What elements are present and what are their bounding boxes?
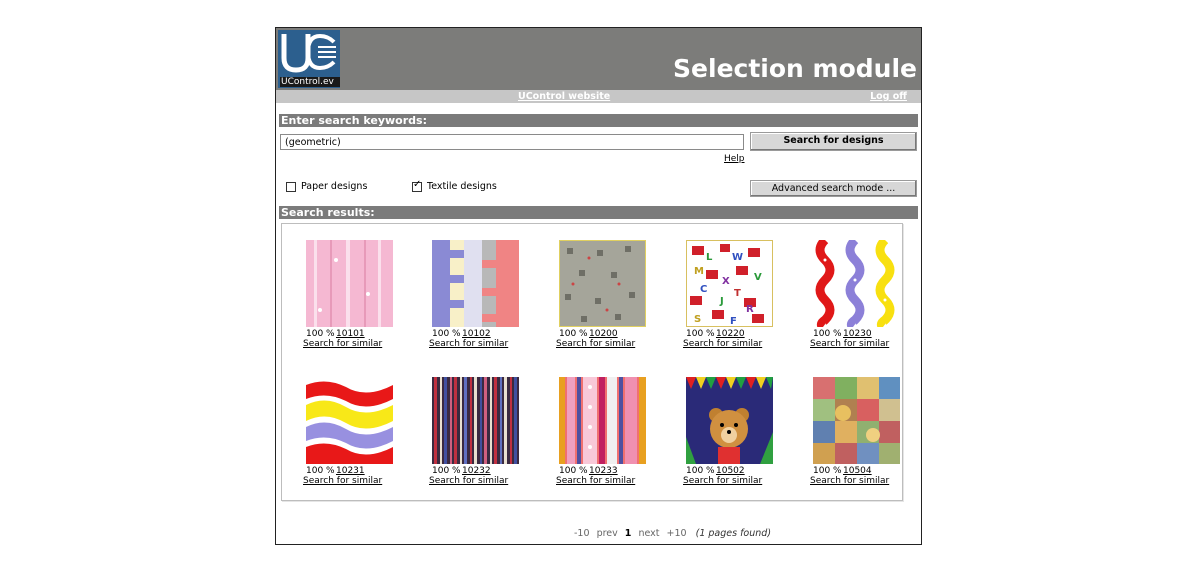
ucontrol-logo: UControl.ev xyxy=(278,30,340,88)
search-similar-link[interactable]: Search for similar xyxy=(810,476,906,486)
search-similar-link[interactable]: Search for similar xyxy=(683,339,779,349)
advanced-search-button[interactable]: Advanced search mode ... xyxy=(750,180,917,197)
pager-current: 1 xyxy=(624,528,632,539)
search-similar-link[interactable]: Search for similar xyxy=(683,476,779,486)
search-input[interactable] xyxy=(280,134,744,150)
pager-minus10[interactable]: -10 xyxy=(574,528,590,539)
search-similar-link[interactable]: Search for similar xyxy=(556,339,652,349)
search-similar-link[interactable]: Search for similar xyxy=(556,476,652,486)
design-code-link[interactable]: 10230 xyxy=(843,329,872,339)
selection-module-window: UControl.ev Selection module UControl we… xyxy=(275,27,922,545)
design-thumbnail[interactable] xyxy=(432,240,519,327)
design-thumbnail[interactable] xyxy=(686,377,773,464)
search-similar-link[interactable]: Search for similar xyxy=(810,339,906,349)
match-percent: 100 % xyxy=(813,466,842,476)
design-thumbnail[interactable] xyxy=(559,240,646,327)
svg-text:R: R xyxy=(746,304,754,315)
search-designs-button[interactable]: Search for designs xyxy=(750,132,917,151)
design-code-link[interactable]: 10220 xyxy=(716,329,745,339)
pages-found-text: (1 pages found) xyxy=(695,528,772,539)
design-code-link[interactable]: 10231 xyxy=(336,466,365,476)
results-grid: 100 % 10101 Search for similar 100 % 101… xyxy=(281,223,903,501)
design-code-link[interactable]: 10232 xyxy=(462,466,491,476)
logo-text: UControl.ev xyxy=(280,77,340,87)
design-code-link[interactable]: 10502 xyxy=(716,466,745,476)
design-code-link[interactable]: 10101 xyxy=(336,329,365,339)
design-thumbnail[interactable] xyxy=(813,240,900,327)
paper-designs-label: Paper designs xyxy=(301,181,368,192)
svg-text:J: J xyxy=(719,296,724,307)
search-similar-link[interactable]: Search for similar xyxy=(429,476,525,486)
checkbox-textile-box[interactable] xyxy=(412,179,422,192)
pager-prev[interactable]: prev xyxy=(597,528,618,539)
design-code-link[interactable]: 10200 xyxy=(589,329,618,339)
design-code-link[interactable]: 10504 xyxy=(843,466,872,476)
svg-text:F: F xyxy=(730,316,737,327)
help-link[interactable]: Help xyxy=(724,154,745,164)
uc-logo-icon xyxy=(281,33,336,73)
logoff-link[interactable]: Log off xyxy=(870,90,907,103)
search-similar-link[interactable]: Search for similar xyxy=(429,339,525,349)
page-title: Selection module xyxy=(673,54,917,83)
textile-designs-label: Textile designs xyxy=(427,181,497,192)
design-code-link[interactable]: 10102 xyxy=(462,329,491,339)
search-similar-link[interactable]: Search for similar xyxy=(303,476,399,486)
design-thumbnail[interactable] xyxy=(306,377,393,464)
paper-designs-checkbox[interactable]: Paper designs xyxy=(286,181,367,192)
svg-text:C: C xyxy=(700,284,707,295)
match-percent: 100 % xyxy=(686,329,715,339)
website-link[interactable]: UControl website xyxy=(518,90,610,103)
design-thumbnail[interactable] xyxy=(813,377,900,464)
pagination: -10 prev 1 next +10 (1 pages found) xyxy=(574,528,775,539)
match-percent: 100 % xyxy=(432,466,461,476)
svg-text:T: T xyxy=(734,288,741,299)
search-similar-link[interactable]: Search for similar xyxy=(303,339,399,349)
match-percent: 100 % xyxy=(813,329,842,339)
match-percent: 100 % xyxy=(686,466,715,476)
header-banner: UControl.ev Selection module xyxy=(276,28,921,90)
match-percent: 100 % xyxy=(432,329,461,339)
svg-text:S: S xyxy=(694,314,701,325)
design-thumbnail[interactable]: L W M X V C TJ R S F xyxy=(686,240,773,327)
svg-text:L: L xyxy=(706,252,713,263)
svg-text:X: X xyxy=(722,276,730,287)
search-section-header: Enter search keywords: xyxy=(279,114,918,127)
design-code-link[interactable]: 10233 xyxy=(589,466,618,476)
design-thumbnail[interactable] xyxy=(559,377,646,464)
svg-text:V: V xyxy=(754,272,762,283)
match-percent: 100 % xyxy=(306,466,335,476)
svg-text:W: W xyxy=(732,252,743,263)
results-section-header: Search results: xyxy=(279,206,918,219)
match-percent: 100 % xyxy=(306,329,335,339)
match-percent: 100 % xyxy=(559,466,588,476)
textile-designs-checkbox[interactable]: Textile designs xyxy=(412,179,497,192)
pager-next[interactable]: next xyxy=(638,528,659,539)
link-bar: UControl website Log off xyxy=(276,90,921,103)
pager-plus10[interactable]: +10 xyxy=(667,528,687,539)
match-percent: 100 % xyxy=(559,329,588,339)
design-thumbnail[interactable] xyxy=(306,240,393,327)
checkbox-paper-box[interactable] xyxy=(286,181,296,192)
design-thumbnail[interactable] xyxy=(432,377,519,464)
svg-text:M: M xyxy=(694,266,704,277)
